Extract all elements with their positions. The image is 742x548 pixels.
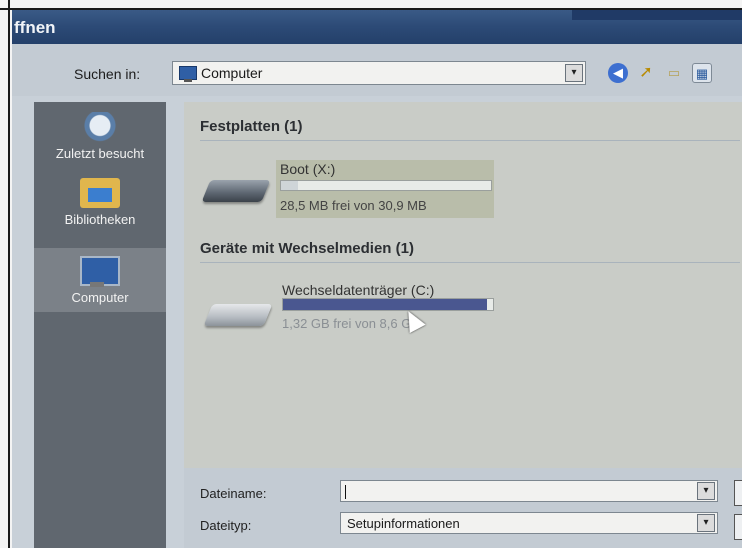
computer-icon — [179, 66, 197, 82]
removable-drive-icon — [203, 304, 273, 326]
open-button-edge[interactable] — [734, 480, 742, 506]
place-label: Bibliotheken — [64, 212, 136, 227]
views-menu-icon[interactable]: ▦ — [692, 63, 712, 83]
chevron-down-icon[interactable]: ▾ — [697, 482, 715, 500]
titlebar-accent — [572, 10, 742, 20]
group-header-removable: Geräte mit Wechselmedien (1) — [200, 240, 414, 257]
up-folder-icon[interactable]: ➚ — [636, 63, 656, 83]
frame-edge-left — [8, 0, 10, 548]
cancel-button-edge[interactable] — [734, 514, 742, 540]
dialog-title: ffnen — [14, 18, 56, 37]
filename-combobox[interactable]: ▾ — [340, 480, 718, 502]
group-header-hard-disks: Festplatten (1) — [200, 118, 303, 135]
computer-icon — [80, 256, 120, 287]
drive-usage-bar — [282, 298, 494, 311]
filetype-select[interactable]: Setupinformationen ▾ — [340, 512, 718, 534]
text-caret — [345, 485, 346, 499]
location-combobox[interactable]: Computer ▾ — [172, 61, 586, 85]
drive-free-space: 1,32 GB frei von 8,6 GB — [282, 316, 421, 331]
drive-usage-fill — [281, 181, 298, 190]
filetype-label: Dateityp: — [200, 518, 252, 533]
dialog-footer: Dateiname: ▾ Dateityp: Setupinformatione… — [184, 468, 742, 548]
title-bar[interactable]: ffnen — [12, 10, 742, 44]
place-recent[interactable]: Zuletzt besucht — [34, 112, 166, 161]
drive-usage-bar — [280, 180, 492, 191]
recent-places-icon — [80, 112, 120, 142]
place-label: Zuletzt besucht — [55, 146, 145, 161]
drive-name: Boot (X:) — [280, 161, 336, 177]
filename-label: Dateiname: — [200, 486, 267, 501]
place-computer[interactable]: Computer — [34, 248, 166, 312]
place-label: Computer — [71, 290, 129, 305]
drive-name: Wechseldatenträger (C:) — [282, 282, 435, 298]
back-icon[interactable]: ◀ — [608, 63, 628, 83]
drive-usage-fill — [283, 299, 487, 310]
filetype-value: Setupinformationen — [347, 516, 460, 531]
chevron-down-icon[interactable]: ▾ — [697, 514, 715, 532]
open-file-dialog: ffnen Suchen in: Computer ▾ ◀ ➚ ▭ ▦ Zule… — [12, 10, 742, 548]
group-divider — [200, 262, 740, 263]
toolbar: Suchen in: Computer ▾ ◀ ➚ ▭ ▦ — [12, 44, 742, 96]
group-divider — [200, 140, 740, 141]
file-list-pane: Festplatten (1) Boot (X:) 28,5 MB frei v… — [184, 102, 742, 468]
look-in-label: Suchen in: — [74, 66, 141, 82]
new-folder-icon[interactable]: ▭ — [664, 63, 684, 83]
places-bar: Zuletzt besucht Bibliotheken Computer — [34, 102, 166, 548]
drive-free-space: 28,5 MB frei von 30,9 MB — [280, 198, 427, 213]
libraries-icon — [80, 178, 120, 208]
place-libraries[interactable]: Bibliotheken — [34, 178, 166, 227]
hard-drive-icon — [201, 180, 271, 202]
location-value: Computer — [201, 65, 263, 81]
chevron-down-icon[interactable]: ▾ — [565, 64, 583, 82]
